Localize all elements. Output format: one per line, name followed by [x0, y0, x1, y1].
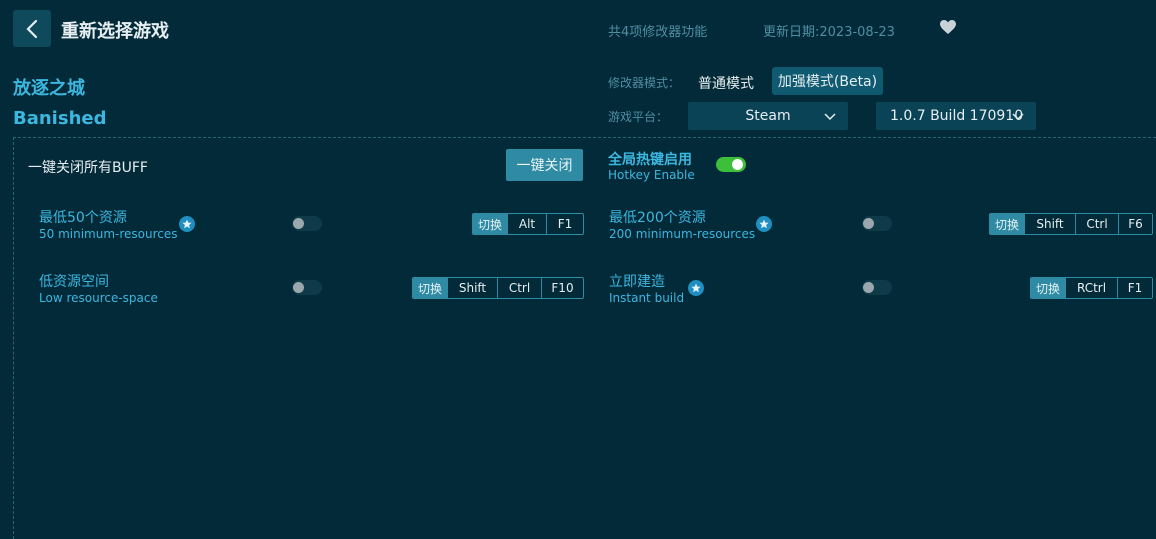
feature-name-cn: 立即建造: [609, 274, 665, 290]
switch-label: 切换: [1031, 278, 1065, 298]
key-label: Ctrl: [1075, 214, 1118, 234]
feature-name-en: 50 minimum-resources: [39, 227, 178, 241]
page-title: 重新选择游戏: [61, 21, 169, 42]
hotkey-label-cn: 全局热键启用: [608, 152, 692, 168]
toggle-knob: [293, 218, 304, 229]
feature-toggle[interactable]: [292, 216, 322, 231]
star-icon: [756, 216, 772, 232]
feature-name-en: Instant build: [609, 291, 685, 305]
feature-name-cn: 最低50个资源: [39, 210, 127, 226]
back-button[interactable]: [13, 10, 51, 47]
platform-select[interactable]: Steam: [688, 102, 848, 130]
key-label: F6: [1118, 214, 1152, 234]
close-all-button[interactable]: 一键关闭: [506, 149, 583, 181]
toggle-knob: [863, 218, 874, 229]
feature-name-en: 200 minimum-resources: [609, 227, 756, 241]
game-name-en: Banished: [13, 108, 107, 129]
close-all-buff-label: 一键关闭所有BUFF: [28, 160, 148, 176]
key-label: Shift: [1024, 214, 1075, 234]
toggle-knob: [863, 282, 874, 293]
mode-label: 修改器模式：: [608, 76, 681, 90]
mode-normal-button[interactable]: 普通模式: [698, 73, 754, 93]
key-label: Shift: [447, 278, 497, 298]
game-name-cn: 放逐之城: [13, 78, 85, 99]
feature-name-cn: 低资源空间: [39, 274, 109, 290]
feature-toggle[interactable]: [292, 280, 322, 295]
switch-label: 切换: [473, 214, 507, 234]
chevron-left-icon: [26, 19, 38, 38]
hotkey-toggle[interactable]: [716, 157, 746, 172]
chevron-down-icon: [1012, 113, 1024, 121]
features-panel: [13, 137, 1156, 539]
feature-name-en: Low resource-space: [39, 291, 158, 305]
update-date: 更新日期:2023-08-23: [763, 25, 895, 40]
version-select[interactable]: 1.0.7 Build 170910: [876, 102, 1036, 130]
key-label: RCtrl: [1065, 278, 1117, 298]
feature-count: 共4项修改器功能: [608, 25, 708, 40]
hotkey-group[interactable]: 切换 Shift Ctrl F6: [989, 213, 1153, 235]
heart-icon[interactable]: [940, 20, 956, 35]
platform-label: 游戏平台：: [608, 110, 669, 124]
switch-label: 切换: [413, 278, 447, 298]
switch-label: 切换: [990, 214, 1024, 234]
mode-beta-button[interactable]: 加强模式(Beta): [772, 67, 883, 95]
key-label: F1: [1117, 278, 1152, 298]
hotkey-group[interactable]: 切换 Shift Ctrl F10: [412, 277, 584, 299]
toggle-knob: [732, 159, 743, 170]
key-label: Ctrl: [497, 278, 541, 298]
hotkey-group[interactable]: 切换 RCtrl F1: [1030, 277, 1153, 299]
chevron-down-icon: [824, 113, 836, 121]
feature-toggle[interactable]: [862, 216, 892, 231]
key-label: F1: [546, 214, 583, 234]
toggle-knob: [293, 282, 304, 293]
hotkey-label-en: Hotkey Enable: [608, 168, 695, 182]
star-icon: [179, 216, 195, 232]
hotkey-group[interactable]: 切换 Alt F1: [472, 213, 584, 235]
star-icon: [688, 280, 704, 296]
key-label: Alt: [507, 214, 546, 234]
feature-name-cn: 最低200个资源: [609, 210, 706, 226]
feature-toggle[interactable]: [862, 280, 892, 295]
key-label: F10: [541, 278, 583, 298]
